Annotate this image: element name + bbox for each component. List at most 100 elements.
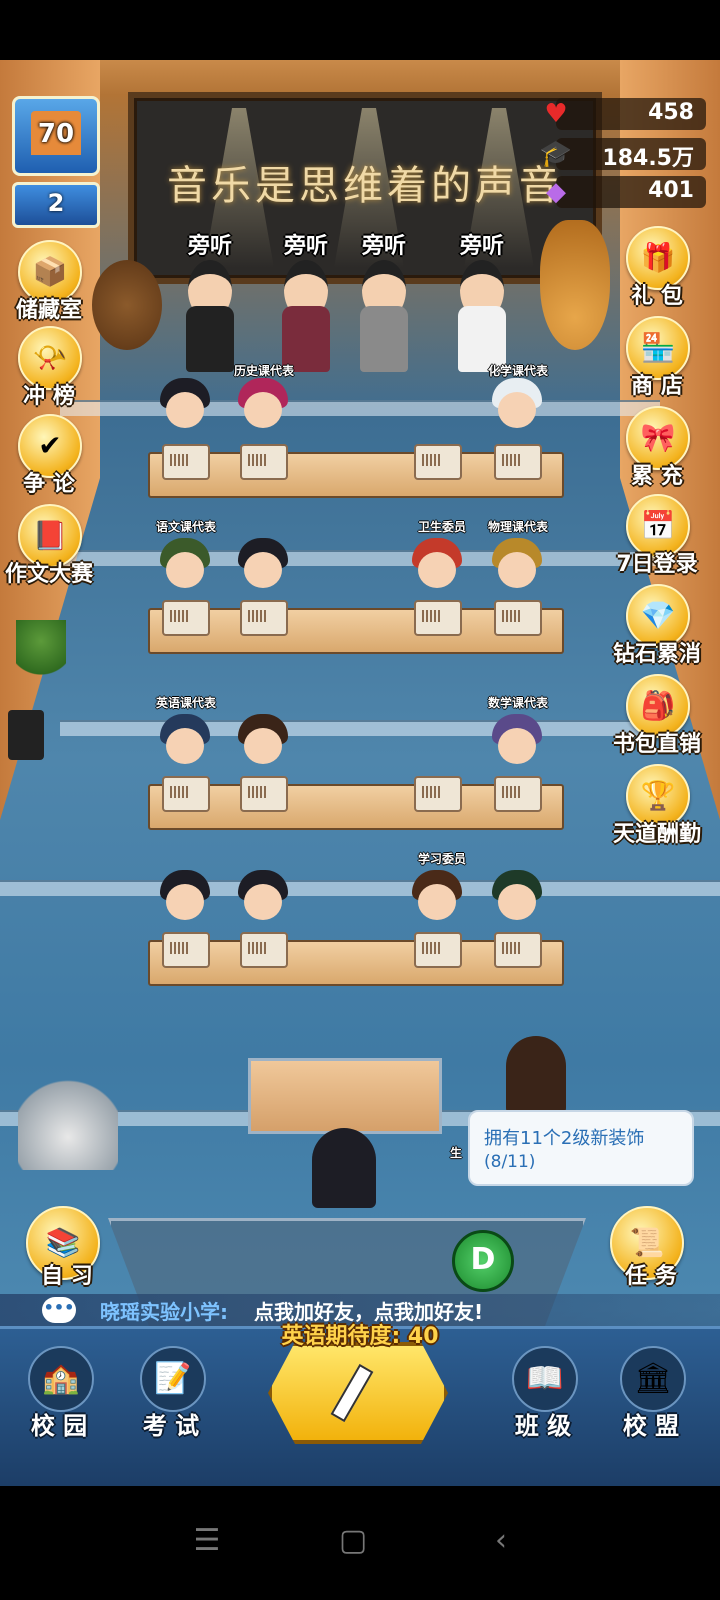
task-button[interactable]: 📜 任 务 (606, 1206, 696, 1289)
debate-button[interactable]: ✔ 争 论 (4, 414, 94, 497)
gift-pack-button[interactable]: 🎁 礼 包 (612, 226, 702, 309)
school-level-badge[interactable]: 70 (12, 96, 100, 176)
nav-alliance[interactable]: 🏛 校 盟 (606, 1334, 696, 1454)
role-label: 卫生委员 (418, 520, 467, 534)
diligence-reward-label: 天道酬勤 (612, 822, 701, 847)
student[interactable] (236, 538, 290, 598)
teacher[interactable] (180, 260, 240, 390)
nav-campus[interactable]: 🏫 校 园 (14, 1334, 104, 1454)
resource-value: 184.5万 (602, 146, 694, 171)
floor-stripe (60, 400, 660, 416)
essay-contest-button[interactable]: 📕 作文大赛 (4, 504, 94, 587)
radio-icon (162, 444, 210, 480)
student[interactable] (158, 870, 212, 930)
resource-knowledge[interactable]: 🎓 184.5万 (540, 138, 706, 171)
radio-icon (240, 444, 288, 480)
nav-class[interactable]: 📖 班 级 (498, 1334, 588, 1454)
schoolbag-sale-label: 书包直销 (612, 732, 701, 757)
student[interactable] (236, 870, 290, 930)
guitar-icon (540, 220, 610, 350)
status-bar (0, 0, 720, 60)
radio-icon (494, 600, 542, 636)
teacher-desk (248, 1058, 442, 1134)
role-label: 数学课代表 (488, 696, 549, 710)
role-label: 历史课代表 (234, 364, 295, 378)
schoolbag-sale-button[interactable]: 🎒 书包直销 (612, 674, 702, 757)
radio-icon (414, 600, 462, 636)
cumulative-recharge-button[interactable]: 🎀 累 充 (612, 406, 702, 489)
student[interactable] (158, 378, 212, 438)
student[interactable] (410, 538, 464, 598)
task-label: 任 务 (625, 1264, 677, 1289)
teacher[interactable] (354, 260, 414, 390)
nav-class-label: 班 级 (514, 1412, 572, 1440)
radio-icon (494, 444, 542, 480)
listen-label[interactable]: 旁听 (170, 228, 250, 260)
self-study-button[interactable]: 📚 自 习 (22, 1206, 112, 1289)
student[interactable] (236, 378, 290, 438)
self-study-label: 自 习 (41, 1264, 93, 1289)
resource-value: 401 (648, 178, 694, 203)
school-level-value: 70 (37, 119, 75, 149)
radio-icon (162, 776, 210, 812)
debate-label: 争 论 (23, 472, 75, 497)
listen-label[interactable]: 旁听 (266, 228, 346, 260)
resource-value: 458 (648, 100, 694, 125)
floor-stripe (60, 720, 660, 736)
nav-exam-label: 考 试 (142, 1412, 200, 1440)
diligence-reward-button[interactable]: 🏆 天道酬勤 (612, 764, 702, 847)
radio-icon (494, 932, 542, 968)
heart-icon: ♥ (544, 99, 568, 129)
seven-day-login-button[interactable]: 📅 7日登录 (612, 494, 702, 577)
student[interactable] (236, 714, 290, 774)
class-book-icon: 📖 (512, 1346, 578, 1412)
shop-button[interactable]: 🏪 商 店 (612, 316, 702, 399)
radio-icon (240, 932, 288, 968)
task-tooltip-title: 拥有11个2级新装饰 (484, 1128, 645, 1149)
diamond-spend-button[interactable]: 💎 钻石累消 (612, 584, 702, 667)
role-label: 学习委员 (418, 852, 467, 866)
system-navigation-bar: ☰ ▢ ‹ (0, 1486, 720, 1600)
exam-paper-icon: 📝 (140, 1346, 206, 1412)
resource-hearts[interactable]: ♥ 458 (544, 98, 706, 130)
listen-label[interactable]: 旁听 (344, 228, 424, 260)
menu-icon[interactable]: ☰ (182, 1516, 232, 1566)
chalkboard-title: 音乐是思维着的声音 (167, 163, 563, 209)
student[interactable] (410, 870, 464, 930)
resource-diamonds[interactable]: ◆ 401 (546, 176, 706, 208)
d-button[interactable]: D (452, 1230, 514, 1292)
student[interactable] (506, 1036, 566, 1116)
student[interactable] (158, 714, 212, 774)
graduation-cap-icon: 🎓 (539, 139, 573, 169)
drum-kit-icon (18, 1060, 118, 1170)
student[interactable] (490, 538, 544, 598)
rank-badge[interactable]: 2 (12, 182, 100, 228)
storage-room-button[interactable]: 📦 储藏室 (4, 240, 94, 323)
role-label: 物理课代表 (488, 520, 549, 534)
seven-day-login-label: 7日登录 (616, 552, 698, 577)
student[interactable] (490, 714, 544, 774)
radio-icon (240, 600, 288, 636)
student[interactable] (490, 870, 544, 930)
gift-pack-label: 礼 包 (631, 284, 683, 309)
radio-icon (414, 444, 462, 480)
floor-stripe (0, 880, 720, 896)
player-avatar[interactable] (312, 1128, 376, 1208)
listen-label[interactable]: 旁听 (442, 228, 522, 260)
role-label: 英语课代表 (156, 696, 217, 710)
back-icon[interactable]: ‹ (476, 1516, 526, 1566)
radio-icon (494, 776, 542, 812)
start-class-button[interactable] (268, 1342, 448, 1444)
essay-contest-label: 作文大赛 (4, 562, 93, 587)
radio-icon (414, 776, 462, 812)
student[interactable] (490, 378, 544, 438)
radio-icon (162, 932, 210, 968)
leaderboard-button[interactable]: 📯 冲 榜 (4, 326, 94, 409)
student[interactable] (158, 538, 212, 598)
nav-campus-label: 校 园 (30, 1412, 88, 1440)
radio-icon (162, 600, 210, 636)
task-tooltip[interactable]: 拥有11个2级新装饰 (8/11) (468, 1110, 694, 1186)
nav-exam[interactable]: 📝 考 试 (126, 1334, 216, 1454)
home-icon[interactable]: ▢ (328, 1516, 378, 1566)
rank-value: 2 (47, 189, 65, 217)
